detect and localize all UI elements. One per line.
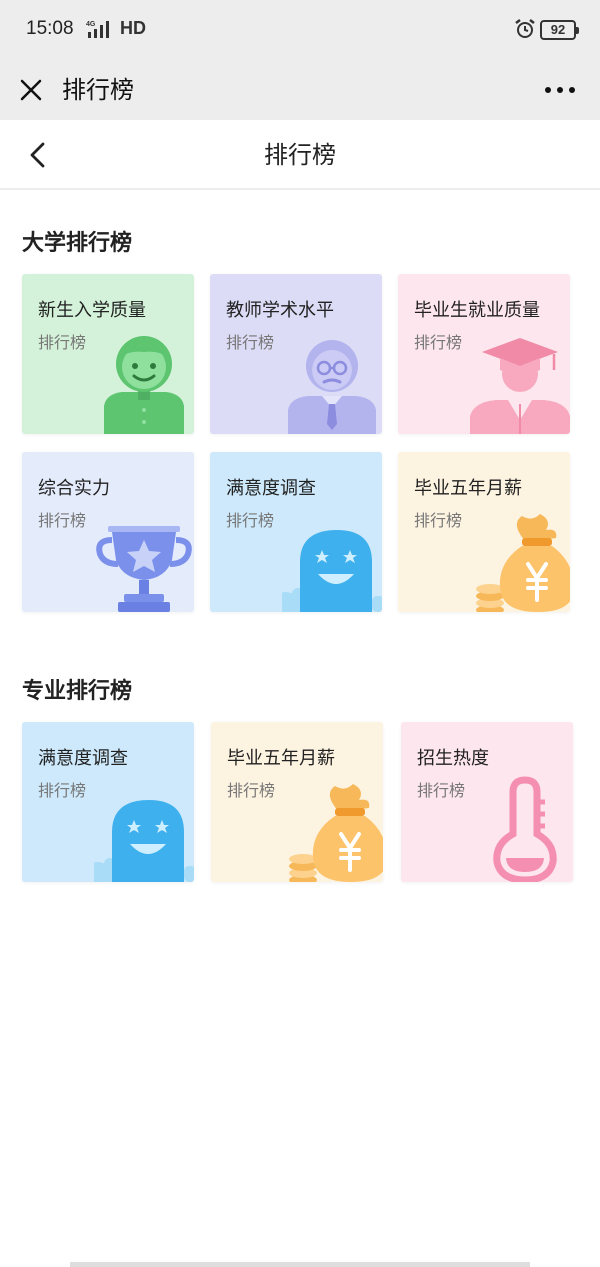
alarm-icon (515, 19, 535, 38)
section-title-major: 专业排行榜 (22, 679, 133, 704)
card-subtitle: 排行榜 (38, 511, 87, 530)
card-subtitle: 排行榜 (227, 781, 276, 800)
money-bag-icon (476, 514, 570, 612)
thermometer-icon (493, 776, 557, 882)
card-major-five-year-salary[interactable]: 毕业五年月薪 排行榜 (211, 722, 383, 882)
card-overall-strength[interactable]: 综合实力 排行榜 (22, 452, 194, 612)
hd-indicator: HD (120, 18, 146, 38)
card-subtitle: 排行榜 (38, 333, 87, 352)
card-title: 满意度调查 (226, 478, 316, 499)
smiley-icon (282, 530, 382, 612)
section-title-university: 大学排行榜 (22, 231, 133, 256)
graduate-icon (470, 338, 570, 434)
card-subtitle: 排行榜 (226, 511, 275, 530)
app-title-bar: 排行榜 (0, 60, 600, 120)
card-subtitle: 排行榜 (414, 511, 463, 530)
card-subtitle: 排行榜 (414, 333, 463, 352)
card-graduate-employment[interactable]: 毕业生就业质量 排行榜 (398, 274, 570, 434)
card-subtitle: 排行榜 (226, 333, 275, 352)
page-title: 排行榜 (264, 141, 336, 169)
nav-header: 排行榜 (0, 120, 600, 190)
bottom-gesture-bar (70, 1262, 530, 1267)
card-title: 毕业生就业质量 (414, 300, 540, 321)
card-satisfaction-survey[interactable]: 满意度调查 排行榜 (210, 452, 382, 612)
trophy-icon (96, 526, 192, 612)
svg-text:4G: 4G (86, 21, 96, 28)
card-five-year-salary[interactable]: 毕业五年月薪 排行榜 (398, 452, 570, 612)
card-subtitle: 排行榜 (38, 781, 87, 800)
professor-icon (288, 340, 376, 434)
card-teacher-academic[interactable]: 教师学术水平 排行榜 (210, 274, 382, 434)
close-button[interactable] (16, 70, 46, 110)
card-subtitle: 排行榜 (417, 781, 466, 800)
signal-icon: 4G (86, 21, 109, 38)
card-title: 毕业五年月薪 (414, 478, 522, 499)
card-title: 满意度调查 (38, 748, 128, 769)
close-icon (20, 79, 42, 101)
card-freshman-quality[interactable]: 新生入学质量 排行榜 (22, 274, 194, 434)
card-title: 综合实力 (38, 478, 110, 499)
money-bag-icon (289, 784, 383, 882)
card-title: 教师学术水平 (226, 300, 334, 321)
status-bar: 15:08 4G HD 92 (0, 0, 600, 60)
card-title: 新生入学质量 (38, 300, 146, 321)
card-major-satisfaction-survey[interactable]: 满意度调查 排行榜 (22, 722, 194, 882)
status-time: 15:08 (26, 18, 74, 39)
card-title: 招生热度 (417, 748, 489, 769)
card-enrollment-popularity[interactable]: 招生热度 排行榜 (401, 722, 573, 882)
card-title: 毕业五年月薪 (227, 748, 335, 769)
smiley-icon (94, 800, 194, 882)
student-icon (104, 336, 184, 434)
battery-indicator: 92 (540, 20, 579, 40)
more-button[interactable] (542, 70, 578, 110)
more-icon (545, 87, 575, 93)
app-title: 排行榜 (62, 76, 134, 104)
battery-level: 92 (550, 22, 566, 37)
